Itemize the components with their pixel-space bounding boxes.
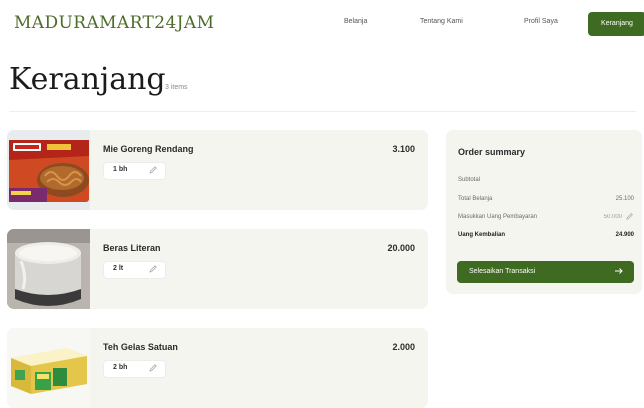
change-value: 24.900 (615, 232, 634, 238)
payment-label: Masukkan Uang Pembayaran (458, 214, 538, 220)
quantity-field[interactable]: 1 bh (103, 162, 166, 180)
pencil-icon[interactable] (625, 212, 634, 221)
total-row: Total Belanja 25.100 (458, 196, 634, 202)
subtotal-heading: Subtotal (458, 177, 481, 183)
product-price: 20.000 (387, 243, 415, 253)
nav-cart-button[interactable]: Keranjang (588, 12, 644, 36)
pencil-icon[interactable] (148, 264, 158, 274)
change-label: Uang Kembalian (458, 232, 506, 238)
top-nav: Belanja Tentang Kami Profil Saya Keranja… (330, 12, 644, 36)
cart-item: Beras Literan 20.000 2 lt (7, 229, 428, 309)
change-row: Uang Kembalian 24.900 (458, 232, 634, 238)
item-count: 3 items (165, 84, 188, 91)
product-price: 3.100 (392, 144, 415, 154)
product-name: Beras Literan (103, 243, 161, 253)
order-summary: Order summary Subtotal Total Belanja 25.… (446, 130, 642, 294)
total-value: 25.100 (615, 196, 634, 202)
quantity-value: 1 bh (113, 166, 128, 173)
pencil-icon[interactable] (148, 165, 158, 175)
product-name: Teh Gelas Satuan (103, 342, 178, 352)
summary-subtitle-row: Subtotal (458, 177, 634, 183)
nav-link-tentang-kami[interactable]: Tentang Kami (420, 18, 463, 25)
total-label: Total Belanja (458, 196, 493, 202)
pencil-icon[interactable] (148, 363, 158, 373)
rice-cup-icon (7, 229, 90, 309)
quantity-field[interactable]: 2 bh (103, 360, 166, 378)
page-title: Keranjang (9, 62, 166, 97)
complete-transaction-button[interactable]: Selesaikan Transaksi (457, 261, 634, 283)
button-label: Selesaikan Transaksi (469, 268, 536, 275)
quantity-value: 2 bh (113, 364, 128, 371)
cart-item: Mie Goreng Rendang 3.100 1 bh (7, 130, 428, 210)
arrow-right-icon (615, 268, 623, 274)
noodle-pack-icon (7, 130, 90, 210)
brand-logo[interactable]: MADURAMART24JAM (14, 13, 214, 33)
product-price: 2.000 (392, 342, 415, 352)
nav-link-profil-saya[interactable]: Profil Saya (524, 18, 558, 25)
product-name: Mie Goreng Rendang (103, 144, 194, 154)
payment-row: Masukkan Uang Pembayaran (458, 212, 634, 222)
summary-title: Order summary (458, 147, 526, 157)
tea-box-icon (7, 328, 90, 408)
header-divider (9, 111, 636, 112)
quantity-value: 2 lt (113, 265, 124, 272)
quantity-field[interactable]: 2 lt (103, 261, 166, 279)
nav-link-belanja[interactable]: Belanja (344, 18, 367, 25)
cart-item: Teh Gelas Satuan 2.000 2 bh (7, 328, 428, 408)
